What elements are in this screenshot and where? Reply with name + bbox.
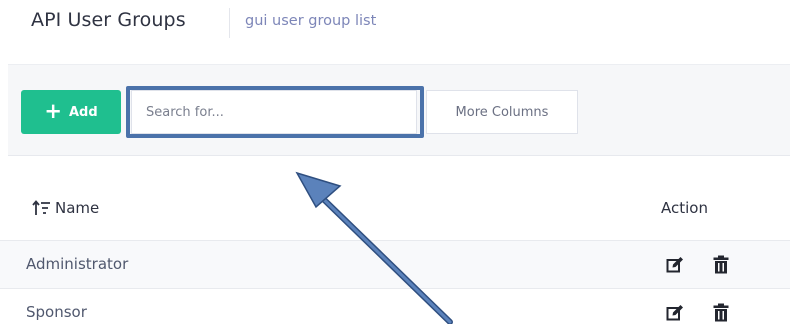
more-columns-button[interactable]: More Columns [426, 90, 578, 134]
toolbar: + Add More Columns [8, 64, 790, 156]
sort-icon [32, 200, 50, 215]
add-button-label: Add [68, 104, 98, 120]
trash-icon[interactable] [713, 255, 729, 274]
group-name-cell: Administrator [26, 255, 129, 273]
search-input[interactable] [131, 90, 417, 134]
group-name-cell: Sponsor [26, 303, 87, 321]
edit-icon[interactable] [666, 304, 684, 322]
header-divider [229, 8, 230, 38]
breadcrumb[interactable]: gui user group list [245, 13, 376, 29]
column-header-action: Action [661, 199, 708, 217]
table-row[interactable]: Administrator [0, 241, 790, 289]
column-header-name-label: Name [55, 199, 100, 217]
user-groups-table: Name Action Administrator Sponsor [0, 160, 790, 324]
add-button[interactable]: + Add [21, 90, 121, 134]
page-header: API User Groups gui user group list [0, 0, 790, 62]
edit-icon[interactable] [666, 256, 684, 274]
plus-icon: + [44, 98, 62, 123]
table-header: Name Action [0, 160, 790, 241]
page-title: API User Groups [31, 9, 186, 31]
column-header-name[interactable]: Name [32, 199, 99, 217]
trash-icon[interactable] [713, 303, 729, 322]
table-row[interactable]: Sponsor [0, 289, 790, 324]
